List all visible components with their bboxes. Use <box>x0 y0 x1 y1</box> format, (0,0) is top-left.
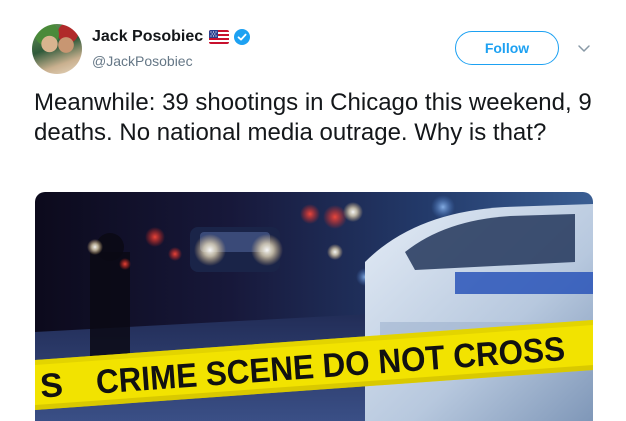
display-name[interactable]: Jack Posobiec <box>92 28 203 46</box>
user-info: Jack Posobiec @JackPosobiec <box>92 26 251 69</box>
chevron-down-icon[interactable] <box>576 40 592 56</box>
tape-partial-text: S <box>39 366 64 406</box>
user-handle[interactable]: @JackPosobiec <box>92 53 250 69</box>
name-row: Jack Posobiec <box>92 26 251 48</box>
follow-button[interactable]: Follow <box>455 31 559 65</box>
verified-badge-icon <box>234 29 251 45</box>
crime-scene-photo: S CRIME SCENE DO NOT CROSS <box>35 192 593 421</box>
avatar[interactable] <box>32 24 82 74</box>
tweet-media-image[interactable]: S CRIME SCENE DO NOT CROSS <box>35 192 593 421</box>
tweet-card: Jack Posobiec @JackPosobiec Follow Meanw… <box>0 0 626 421</box>
tweet-text: Meanwhile: 39 shootings in Chicago this … <box>34 89 592 146</box>
us-flag-icon <box>209 30 230 44</box>
